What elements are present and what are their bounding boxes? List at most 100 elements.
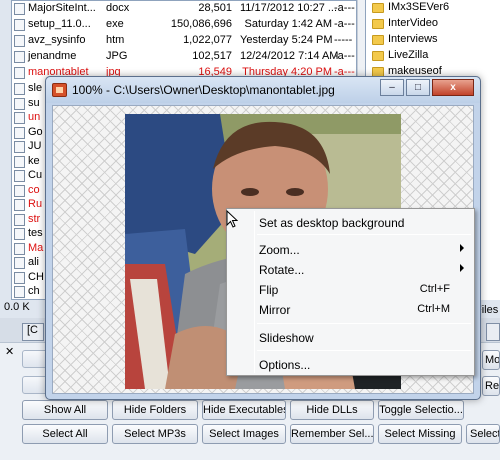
hide-executables-button[interactable]: Hide Executables — [202, 400, 286, 420]
file-date: 12/24/2012 7:14 AM — [240, 50, 339, 62]
register-button-partial[interactable]: Regis — [482, 376, 500, 396]
select-mp3s-button[interactable]: Select MP3s — [112, 424, 198, 444]
selection-size: 0.0 K — [4, 301, 30, 313]
maximize-button[interactable]: □ — [406, 79, 430, 96]
file-icon — [14, 286, 25, 298]
select-all-button[interactable]: Select All — [22, 424, 108, 444]
menu-item-label: Mirror — [259, 303, 291, 317]
menu-item-label: Options... — [259, 358, 311, 372]
menu-item-mirror[interactable]: Mirror Ctrl+M — [229, 299, 472, 319]
remember-selection-button[interactable]: Remember Sel... — [290, 424, 374, 444]
mouse-pointer-icon — [226, 210, 238, 228]
menu-item-slideshow[interactable]: Slideshow — [229, 327, 472, 347]
file-icon — [14, 184, 25, 197]
menu-item-label: Slideshow — [259, 331, 314, 345]
file-name: JU — [28, 140, 42, 152]
file-icon — [14, 271, 25, 284]
menu-item-rotate[interactable]: Rotate... — [229, 259, 472, 279]
menu-item-set-desktop-background[interactable]: Set as desktop background — [229, 212, 472, 232]
file-date: Saturday 1:42 AM — [244, 18, 332, 30]
file-name: avz_sysinfo — [28, 34, 86, 46]
file-size: 102,517 — [192, 50, 232, 62]
file-name: un — [28, 111, 41, 123]
file-row[interactable]: avz_sysinfo htm 1,022,077 Yesterday 5:24… — [12, 33, 356, 49]
file-date: Yesterday 5:24 PM — [240, 34, 333, 46]
file-name: Cu — [28, 169, 43, 181]
menu-item-options[interactable]: Options... — [229, 354, 472, 374]
file-attr: -a--- — [334, 2, 355, 14]
file-row[interactable]: jenandme JPG 102,517 12/24/2012 7:14 AM … — [12, 49, 356, 65]
select-images-button[interactable]: Select Images — [202, 424, 286, 444]
hide-dlls-button[interactable]: Hide DLLs — [290, 400, 374, 420]
hide-folders-button[interactable]: Hide Folders — [112, 400, 198, 420]
show-all-button[interactable]: Show All — [22, 400, 108, 420]
menu-item-label: Set as desktop background — [259, 216, 405, 230]
file-ext: JPG — [106, 50, 128, 62]
file-name: setup_11.0... — [28, 18, 91, 30]
close-panel-icon[interactable]: ✕ — [5, 345, 14, 358]
select-missing-button[interactable]: Select Missing — [378, 424, 462, 444]
web-page-icon — [14, 35, 25, 47]
image-file-icon — [14, 67, 25, 79]
folder-label: IMx3SEVer6 — [388, 1, 450, 13]
file-name: Go — [28, 125, 43, 138]
file-ext: exe — [106, 18, 124, 30]
toggle-selection-button[interactable]: Toggle Selectio... — [378, 400, 464, 420]
file-name: su — [28, 96, 40, 109]
image-viewer-app-icon — [52, 83, 67, 97]
menu-separator — [257, 323, 471, 324]
file-name: jenandme — [28, 50, 77, 62]
file-ext: docx — [106, 2, 130, 14]
file-name: str — [28, 212, 41, 225]
executable-icon — [14, 19, 25, 31]
file-attr: -a--- — [334, 50, 355, 62]
image-file-icon — [14, 51, 25, 63]
menu-item-label: Zoom... — [259, 243, 300, 257]
viewer-title-bar[interactable]: 100% - C:\Users\Owner\Desktop\manontable… — [46, 77, 480, 103]
file-icon — [14, 141, 25, 153]
menu-item-shortcut: Ctrl+F — [419, 283, 450, 295]
file-name: co — [28, 183, 40, 196]
file-attr: ----- — [334, 34, 353, 46]
menu-item-flip[interactable]: Flip Ctrl+F — [229, 279, 472, 299]
file-date: 11/17/2012 10:27 ... — [240, 2, 338, 14]
file-icon — [14, 257, 25, 269]
menu-item-shortcut: Ctrl+M — [417, 303, 450, 315]
file-icon — [14, 126, 25, 139]
folder-label: LiveZilla — [388, 49, 429, 61]
file-row[interactable]: MajorSiteInt... docx 28,501 11/17/2012 1… — [12, 1, 356, 17]
file-size: 1,022,077 — [183, 34, 232, 46]
file-attr: -a--- — [334, 18, 355, 30]
more-button-partial[interactable]: Mo — [482, 350, 500, 370]
folder-icon — [372, 51, 384, 61]
file-icon — [14, 155, 25, 168]
select-button-partial[interactable]: Select — [466, 424, 500, 444]
file-ext: htm — [106, 34, 125, 46]
file-icon — [14, 112, 25, 124]
menu-item-zoom[interactable]: Zoom... — [229, 239, 472, 259]
minimize-button[interactable]: ‒ — [380, 79, 404, 96]
file-name: ke — [28, 154, 40, 167]
menu-item-label: Rotate... — [259, 263, 305, 277]
folder-icon — [372, 3, 384, 13]
document-icon — [14, 3, 25, 15]
file-name: MajorSiteInt... — [28, 2, 96, 14]
tab-drive[interactable]: [C — [22, 323, 44, 341]
file-name: Ru — [28, 198, 43, 210]
folder-label: Interviews — [388, 33, 438, 45]
file-name: ali — [28, 256, 40, 268]
image-context-menu: Set as desktop background Zoom... Rotate… — [226, 208, 475, 376]
close-button[interactable]: x — [432, 79, 474, 96]
folder-icon — [372, 35, 384, 45]
file-icon — [14, 213, 25, 226]
file-name: CH — [28, 270, 44, 283]
file-icon — [14, 199, 25, 211]
tab-right-partial[interactable] — [486, 323, 500, 341]
file-name: Ma — [28, 241, 44, 254]
file-name: sle — [28, 82, 43, 94]
file-icon — [14, 228, 25, 240]
file-icon — [14, 242, 25, 255]
menu-item-label: Flip — [259, 283, 279, 297]
file-icon — [14, 170, 25, 182]
file-row[interactable]: setup_11.0... exe 150,086,696 Saturday 1… — [12, 17, 356, 33]
